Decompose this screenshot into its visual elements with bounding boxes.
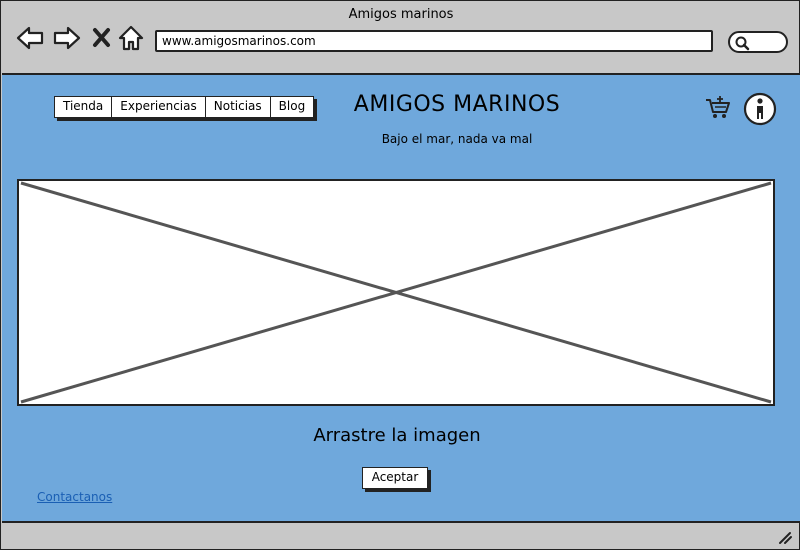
site-tagline: Bajo el mar, nada va mal: [381, 132, 533, 146]
forward-arrow-icon[interactable]: [52, 23, 82, 53]
contact-link[interactable]: Contactanos: [37, 490, 112, 504]
nav-tab-tienda[interactable]: Tienda: [54, 96, 113, 118]
search-icon: [735, 36, 750, 51]
url-input[interactable]: www.amigosmarinos.com: [155, 30, 713, 52]
accept-button[interactable]: Aceptar: [362, 467, 428, 489]
main-nav: Tienda Experiencias Noticias Blog: [54, 96, 315, 118]
browser-window: Amigos marinos www.amigosmarinos.com Tie…: [0, 0, 800, 550]
page-content: Tienda Experiencias Noticias Blog AMIGOS…: [2, 73, 800, 523]
nav-tab-experiencias[interactable]: Experiencias: [112, 96, 206, 118]
image-placeholder[interactable]: [17, 179, 775, 406]
home-icon[interactable]: [117, 23, 147, 53]
site-title: AMIGOS MARINOS: [353, 92, 561, 117]
user-icon[interactable]: [743, 92, 777, 130]
resize-grip-icon[interactable]: [777, 529, 793, 549]
nav-tab-noticias[interactable]: Noticias: [205, 96, 271, 118]
cart-icon[interactable]: [704, 95, 732, 125]
close-icon[interactable]: [90, 23, 120, 53]
drag-image-label: Arrastre la imagen: [313, 425, 481, 446]
browser-search-field[interactable]: [728, 31, 788, 53]
back-arrow-icon[interactable]: [15, 23, 45, 53]
window-title: Amigos marinos: [348, 7, 454, 22]
